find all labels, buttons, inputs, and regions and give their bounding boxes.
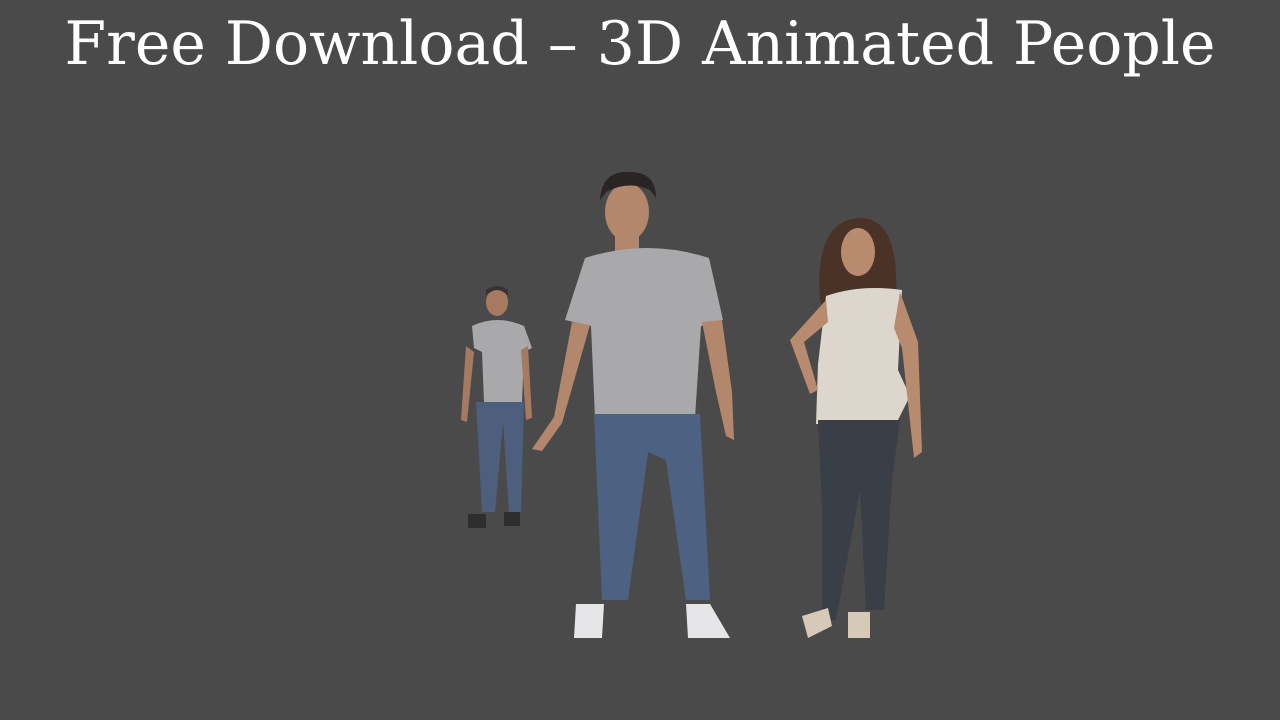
person-center-man bbox=[532, 171, 734, 638]
person-small-man bbox=[461, 286, 532, 528]
people-scene bbox=[461, 171, 922, 638]
person-woman bbox=[790, 218, 922, 638]
